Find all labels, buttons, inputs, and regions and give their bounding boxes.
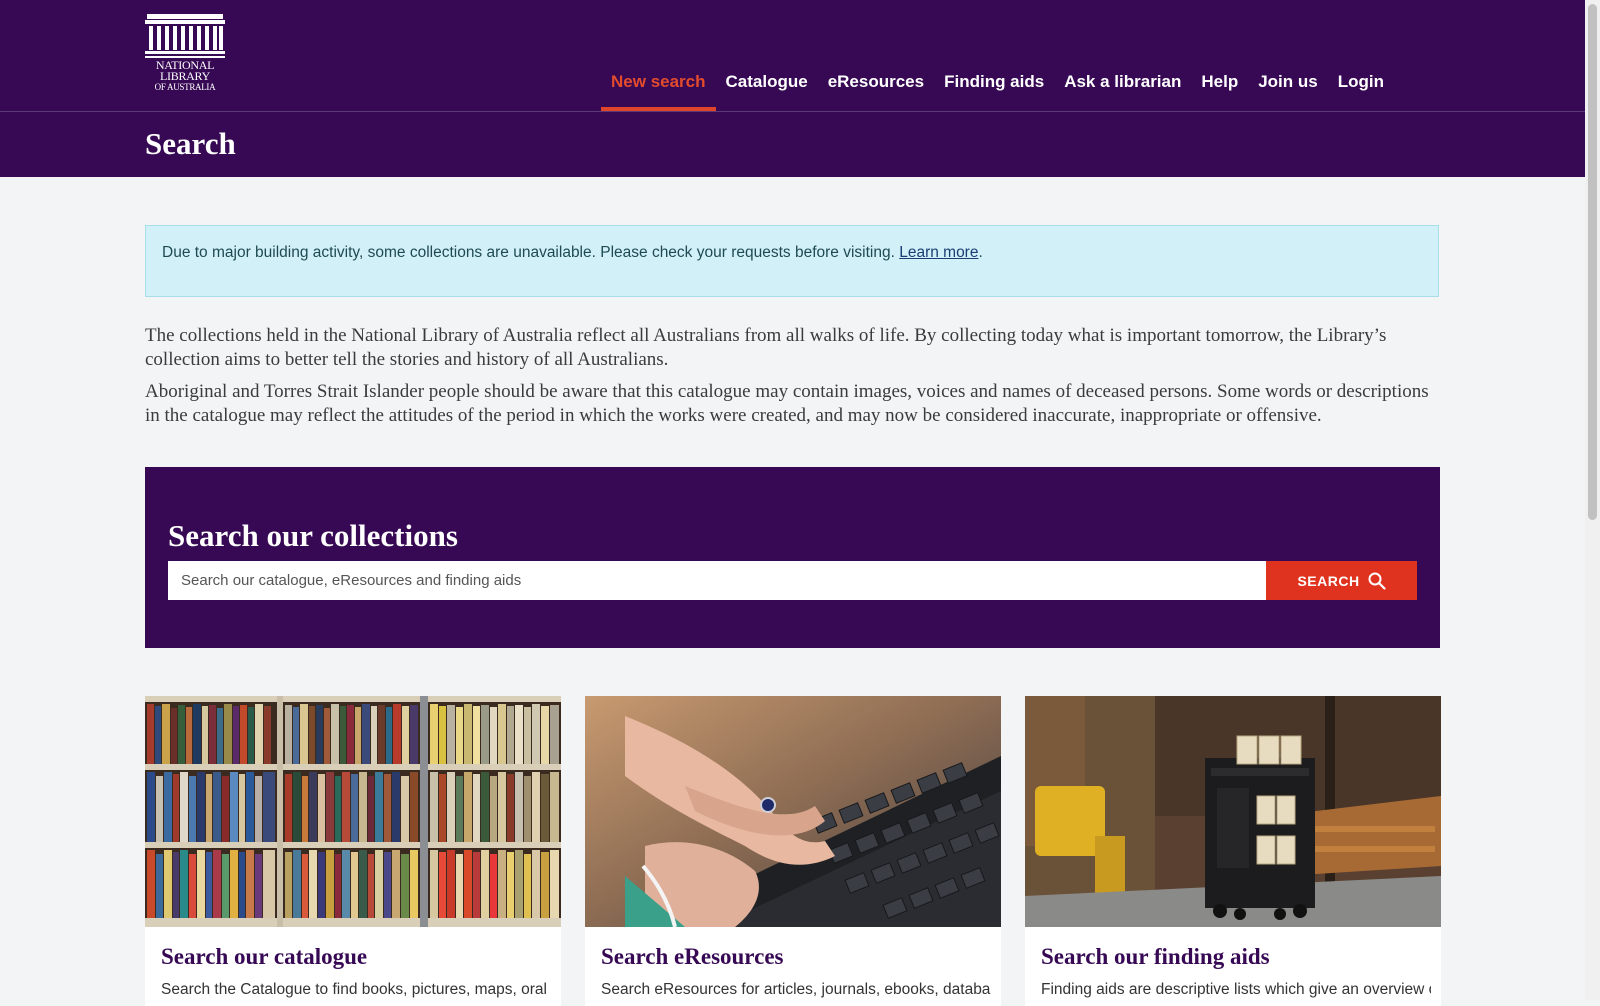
nav-help[interactable]: Help: [1191, 62, 1248, 102]
scrollbar-thumb[interactable]: [1588, 4, 1597, 520]
search-button[interactable]: SEARCH: [1266, 561, 1417, 600]
bookshelf-photo: [145, 696, 561, 927]
card-eresources-desc: Search eResources for articles, journals…: [601, 981, 991, 998]
alert-suffix: .: [978, 244, 983, 261]
search-panel: Search our collections SEARCH: [145, 467, 1440, 648]
logo-line-2: LIBRARY: [160, 69, 210, 83]
nav-ask-a-librarian[interactable]: Ask a librarian: [1054, 62, 1191, 102]
nla-logo[interactable]: NATIONAL LIBRARY OF AUSTRALIA: [145, 14, 225, 98]
nav-catalogue[interactable]: Catalogue: [716, 62, 818, 102]
card-catalogue[interactable]: Search our catalogue Search the Catalogu…: [145, 696, 561, 1006]
logo-line-3: OF AUSTRALIA: [154, 82, 216, 92]
card-finding-aids-title[interactable]: Search our finding aids: [1041, 944, 1270, 970]
intro-paragraph-cultural-warning: Aboriginal and Torres Strait Islander pe…: [145, 381, 1429, 426]
search-heading: Search our collections: [168, 518, 458, 553]
card-finding-aids-desc: Finding aids are descriptive lists which…: [1041, 981, 1431, 998]
intro-text: The collections held in the National Lib…: [145, 324, 1445, 436]
nav-new-search[interactable]: New search: [601, 62, 716, 112]
keyboard-photo: [585, 696, 1001, 927]
main-nav: New search Catalogue eResources Finding …: [601, 62, 1394, 112]
header-divider: [0, 111, 1585, 112]
nav-join-us[interactable]: Join us: [1248, 62, 1328, 102]
search-button-label: SEARCH: [1297, 572, 1360, 589]
alert-text: Due to major building activity, some col…: [162, 244, 900, 261]
nav-login[interactable]: Login: [1328, 62, 1394, 102]
alert-banner: Due to major building activity, some col…: [145, 225, 1439, 297]
site-header: NATIONAL LIBRARY OF AUSTRALIA New search…: [0, 0, 1585, 177]
search-icon: [1368, 572, 1386, 590]
reading-room-trolley-photo: [1025, 696, 1441, 927]
card-catalogue-title[interactable]: Search our catalogue: [161, 944, 367, 970]
card-eresources-title[interactable]: Search eResources: [601, 944, 783, 970]
card-finding-aids[interactable]: Search our finding aids Finding aids are…: [1025, 696, 1441, 1006]
card-eresources[interactable]: Search eResources Search eResources for …: [585, 696, 1001, 1006]
page-title: Search: [145, 126, 236, 161]
learn-more-link[interactable]: Learn more: [899, 244, 978, 261]
card-catalogue-desc: Search the Catalogue to find books, pict…: [161, 981, 547, 998]
search-input[interactable]: [168, 561, 1266, 600]
library-building-icon: [145, 14, 225, 58]
page-scrollbar[interactable]: [1585, 0, 1600, 1000]
nav-finding-aids[interactable]: Finding aids: [934, 62, 1054, 102]
intro-paragraph-collections: The collections held in the National Lib…: [145, 325, 1387, 370]
nav-eresources[interactable]: eResources: [818, 62, 934, 102]
logo-wordmark: NATIONAL LIBRARY OF AUSTRALIA: [145, 59, 225, 93]
